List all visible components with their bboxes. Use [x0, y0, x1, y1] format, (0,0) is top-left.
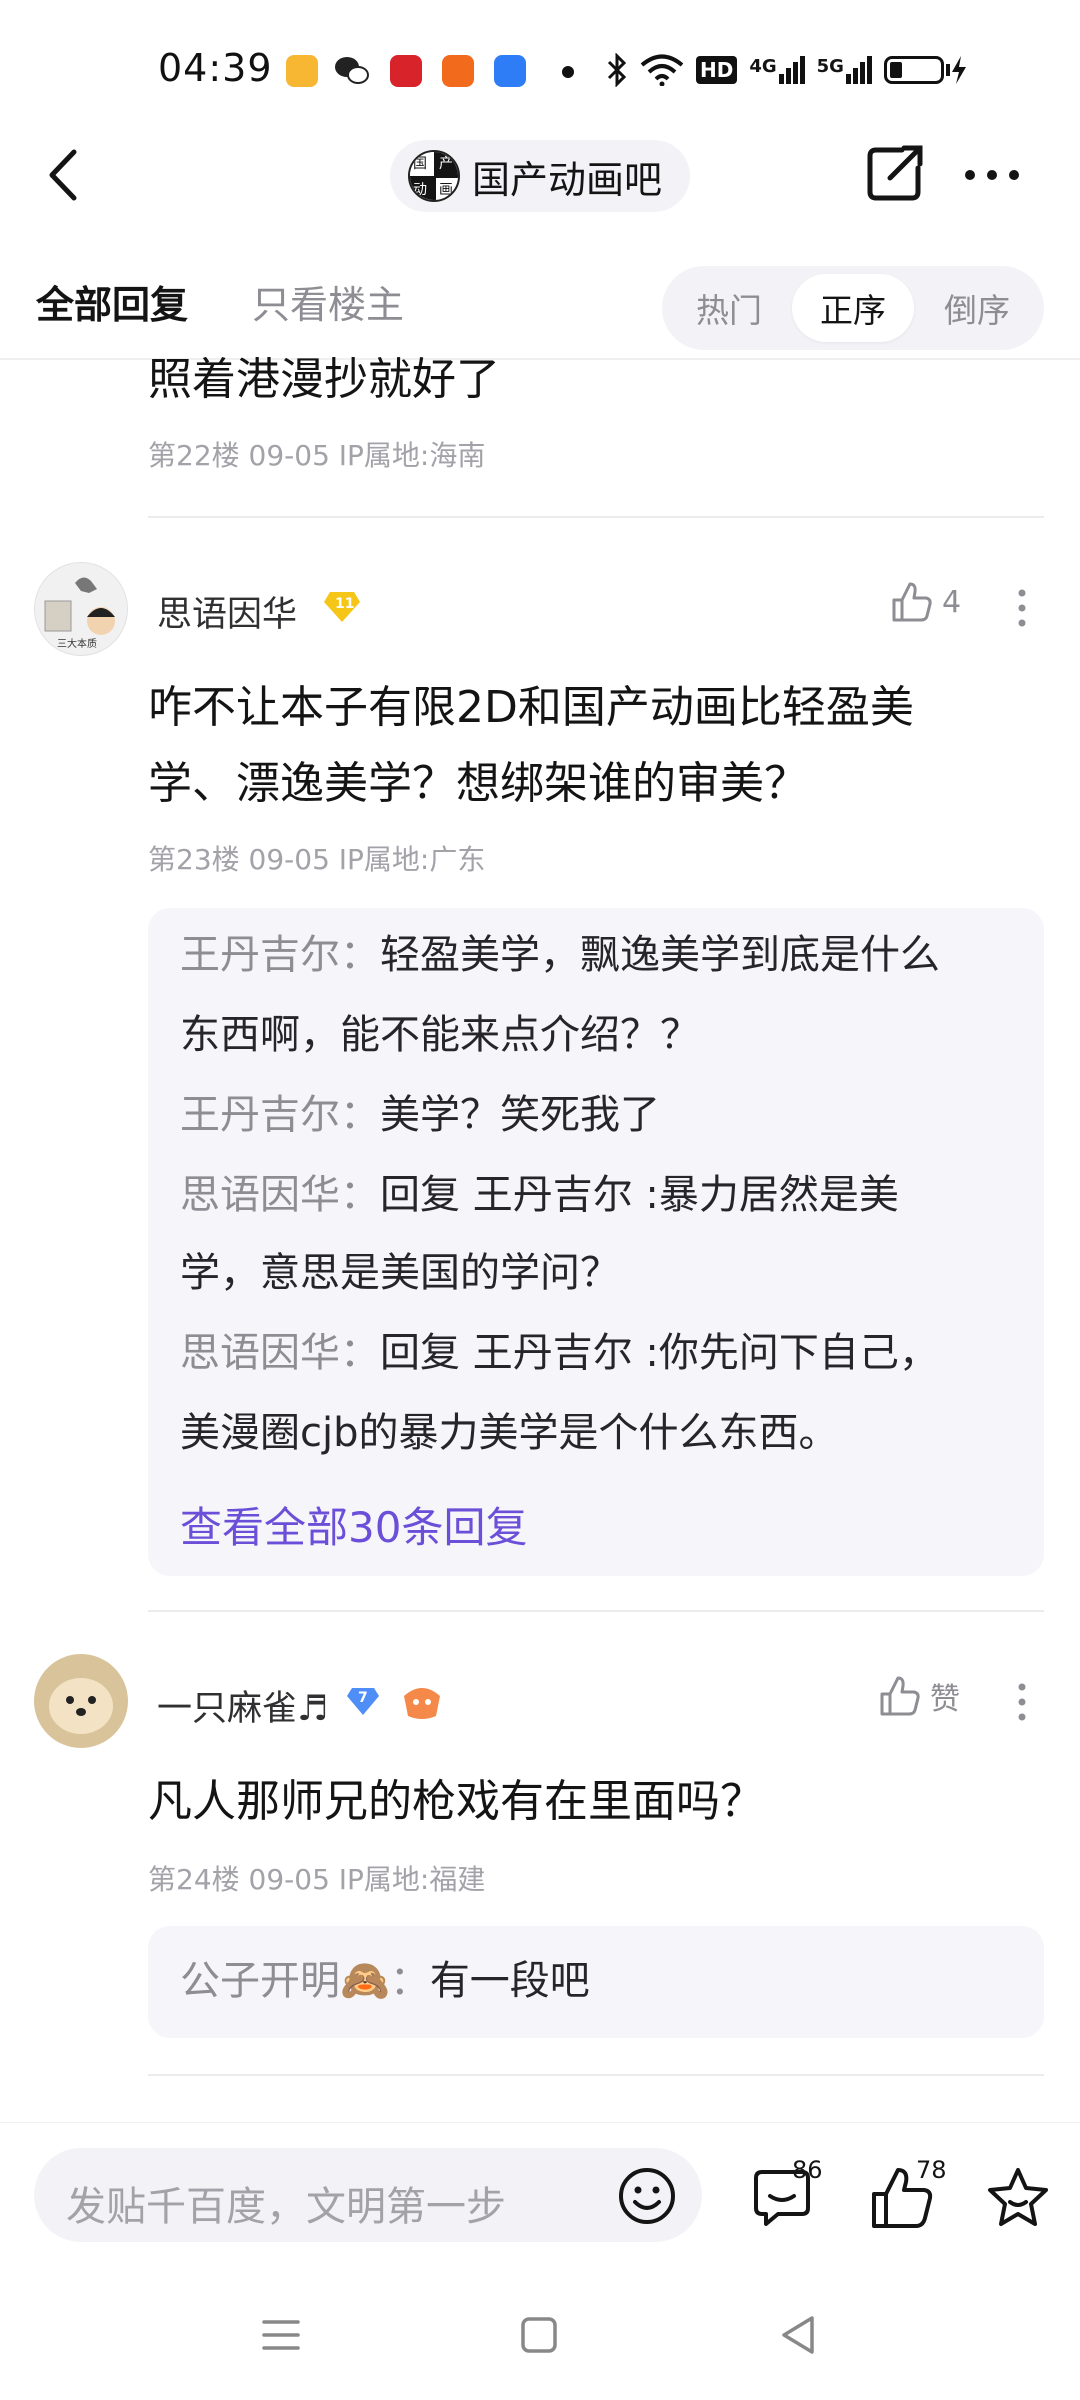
- username[interactable]: 一只麻雀♬: [157, 1680, 328, 1731]
- like-label: 赞: [930, 1682, 960, 1717]
- reply-line: 思语因华：回复 王丹吉尔 :暴力居然是美: [180, 1172, 899, 1218]
- wechat-icon: [334, 54, 370, 92]
- wifi-icon: [640, 54, 684, 86]
- forum-logo-icon: 国 产 动 画: [408, 150, 460, 202]
- tab-op-only[interactable]: 只看楼主: [252, 274, 404, 329]
- post-24-meta: 第24楼 09-05 IP属地:福建: [148, 1863, 486, 1896]
- signal-5g-icon: 5G: [817, 56, 872, 84]
- post-divider: [148, 2074, 1044, 2076]
- sort-ascending[interactable]: 正序: [792, 274, 914, 342]
- menu-icon[interactable]: [256, 2310, 306, 2360]
- reply-line: 思语因华：回复 王丹吉尔 :你先问下自己，: [180, 1330, 939, 1376]
- post-23-text-line1: 咋不让本子有限2D和国产动画比轻盈美: [148, 682, 914, 733]
- system-status-icons: HD 4G 5G: [606, 50, 968, 90]
- reply-line: 学，意思是美国的学问？: [180, 1250, 620, 1296]
- emoji-icon[interactable]: [617, 2166, 677, 2226]
- post-23-meta: 第23楼 09-05 IP属地:广东: [148, 843, 486, 876]
- post-divider: [148, 1610, 1044, 1612]
- like-button[interactable]: 4: [890, 580, 961, 624]
- back-triangle-icon[interactable]: [774, 2310, 824, 2360]
- avatar[interactable]: [34, 1654, 128, 1748]
- sort-hot[interactable]: 热门: [668, 274, 790, 342]
- share-edit-button[interactable]: [862, 142, 926, 206]
- reply-line: 王丹吉尔：美学？笑死我了: [180, 1092, 660, 1138]
- shop-app-icon: [442, 55, 474, 87]
- like-count: 4: [942, 584, 962, 620]
- reply-line: 公子开明🙈：有一段吧: [180, 1958, 590, 2004]
- post-divider: [148, 516, 1044, 518]
- home-square-icon[interactable]: [514, 2310, 564, 2360]
- post-23-text-line2: 学、漂逸美学？想绑架谁的审美？: [148, 758, 808, 809]
- reply-box[interactable]: 公子开明🙈：有一段吧: [148, 1926, 1044, 2038]
- back-button[interactable]: [40, 140, 90, 210]
- news-app-icon: [390, 55, 422, 87]
- sort-segment: 热门 正序 倒序: [662, 266, 1044, 350]
- battery-icon: [883, 55, 968, 85]
- reply-line: 东西啊，能不能来点介绍？？: [180, 1012, 700, 1058]
- emblem-icon: [400, 1682, 444, 1722]
- post-22-text: 照着港漫抄就好了: [148, 354, 500, 405]
- reply-line: 美漫圈cjb的暴力美学是个什么东西。: [180, 1410, 839, 1456]
- reply-input-placeholder: 发贴千百度，文明第一步: [66, 2184, 506, 2230]
- mail-notification-icon: [286, 55, 318, 87]
- forum-title-pill[interactable]: 国 产 动 画 国产动画吧: [390, 140, 690, 212]
- diamond-level-badge-icon: 7: [346, 1684, 380, 1718]
- forum-name: 国产动画吧: [472, 157, 663, 202]
- post-more-button[interactable]: [1018, 1682, 1026, 1722]
- post-more-button[interactable]: [1018, 588, 1026, 628]
- reply-line: 王丹吉尔：轻盈美学，飘逸美学到底是什么: [180, 932, 940, 978]
- level-badge-icon: 11: [322, 590, 362, 624]
- view-all-replies-link[interactable]: 查看全部30条回复: [180, 1494, 527, 1555]
- post-24-text: 凡人那师兄的枪戏有在里面吗？: [148, 1776, 764, 1827]
- reply-box[interactable]: 王丹吉尔：轻盈美学，飘逸美学到底是什么 东西啊，能不能来点介绍？？ 王丹吉尔：美…: [148, 908, 1044, 1576]
- tab-all-replies[interactable]: 全部回复: [36, 274, 188, 329]
- hd-icon: HD: [696, 56, 738, 84]
- like-button[interactable]: 赞: [878, 1674, 960, 1718]
- star-favorite-icon[interactable]: [984, 2164, 1052, 2232]
- bluetooth-icon: [607, 53, 627, 87]
- like-count-badge: 78: [916, 2156, 947, 2184]
- cloud-app-icon: [494, 55, 526, 87]
- avatar[interactable]: 三大本质: [34, 562, 128, 656]
- post-22-meta: 第22楼 09-05 IP属地:海南: [148, 439, 486, 472]
- comment-count-badge: 86: [792, 2156, 823, 2184]
- signal-4g-icon: 4G: [749, 56, 805, 84]
- status-time: 04:39: [158, 46, 273, 90]
- more-options-button[interactable]: [962, 160, 1022, 190]
- sort-descending[interactable]: 倒序: [916, 274, 1038, 342]
- notification-dot-icon: [562, 66, 574, 78]
- username[interactable]: 思语因华: [157, 586, 297, 637]
